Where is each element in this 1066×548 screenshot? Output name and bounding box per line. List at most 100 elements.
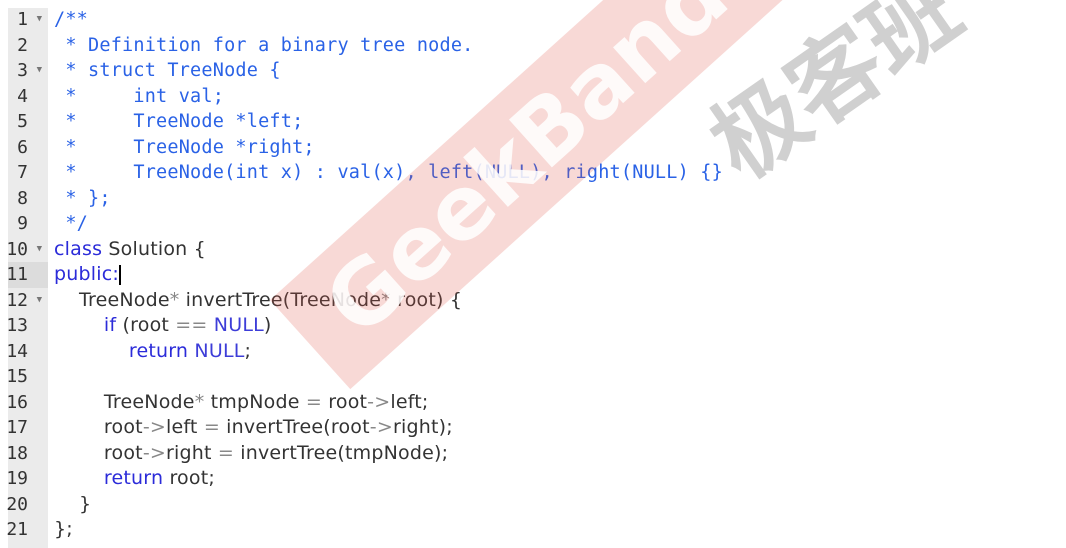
code-token-keyword: public: [54,263,119,286]
code-token-text: root) { [390,288,463,311]
line-number-text: 11 [6,264,28,286]
code-line[interactable]: TreeNode* tmpNode = root->left; [54,390,429,416]
code-token-comment: * int val; [54,85,225,107]
text-cursor [118,264,121,285]
code-token-text: invertTree(tmpNode); [234,441,449,464]
line-number: 8 [8,186,48,212]
line-number-text: 3 [17,60,28,82]
line-number-text: 8 [17,187,28,209]
line-number-text: 14 [6,340,28,362]
code-token-keyword: return [128,339,189,362]
code-line[interactable]: public: [54,262,121,288]
code-token-text: TreeNode [54,288,170,311]
line-number-text: 21 [6,519,28,541]
code-token-operator: = [305,390,323,413]
line-number: 9 [8,211,48,237]
code-token-operator: -> [369,416,393,439]
code-token-comment: * TreeNode *left; [54,111,304,133]
line-number-text: 17 [6,417,28,439]
code-token-text: } [54,492,92,515]
code-token-text: root [322,390,368,413]
code-token-operator: * [381,288,391,311]
code-line[interactable]: root->right = invertTree(tmpNode); [54,441,448,467]
code-line[interactable]: * struct TreeNode { [54,58,281,84]
code-token-text: ; [244,339,252,362]
code-line[interactable]: * Definition for a binary tree node. [54,33,474,59]
code-line[interactable]: * int val; [54,84,224,110]
code-token-comment: * Definition for a binary tree node. [54,34,474,56]
line-number-text: 16 [6,391,28,413]
line-number-text: 15 [6,366,28,388]
code-line[interactable]: root->left = invertTree(root->right); [54,415,453,441]
code-line[interactable]: */ [54,211,88,237]
line-number: 1 ▼ [8,7,48,33]
code-token-text: right); [392,416,453,439]
line-number-text: 13 [6,315,28,337]
line-number: 2 [8,33,48,59]
line-number-text: 7 [17,162,28,184]
code-token-keyword: return [103,467,164,490]
code-line[interactable]: class Solution { [54,237,206,263]
code-token-comment: * }; [54,187,111,209]
line-number: 14 [6,339,48,365]
code-line[interactable]: } [54,492,91,518]
line-number: 20 [6,492,48,518]
code-token-text: root; [163,467,215,490]
code-line[interactable]: * TreeNode *left; [54,109,303,135]
code-token-comment: /** [54,9,89,31]
code-token-text: }; [54,518,73,541]
code-token-comment: * TreeNode(int x) : val(x), left(NULL), … [54,162,723,184]
code-line[interactable]: TreeNode* invertTree(TreeNode* root) { [54,288,462,314]
line-number-text: 4 [17,85,28,107]
line-number-text: 19 [6,468,28,490]
code-token-operator: == [175,314,208,337]
line-number: 18 [6,441,48,467]
code-token-text: (root [116,314,176,337]
code-token-text: root [54,416,143,439]
fold-toggle-icon[interactable]: ▼ [37,7,42,33]
line-number-text: 5 [17,111,28,133]
code-token-text: root [54,441,143,464]
line-number-text: 10 [6,238,28,260]
code-token-text: ) [263,314,272,337]
line-number-text: 20 [6,493,28,515]
line-number: 19 [6,466,48,492]
line-number: 15 [6,364,48,390]
code-token-text: left [166,416,204,439]
code-token-operator: * [169,288,180,311]
code-token-operator: -> [142,441,166,464]
code-line[interactable]: * }; [54,186,111,212]
fold-toggle-icon[interactable]: ▼ [37,288,42,314]
line-number: 5 [8,109,48,135]
code-line[interactable]: }; [54,517,73,543]
fold-toggle-icon[interactable]: ▼ [37,237,42,263]
code-token-comment: * struct TreeNode { [54,60,281,82]
code-token-operator: = [203,416,220,439]
code-token-text: Solution { [102,237,206,260]
code-token-operator: -> [367,390,391,413]
code-editor[interactable]: 1 ▼ /** 2 * Definition for a binary tree no… [6,7,1058,548]
line-number: 16 [6,390,48,416]
line-number-text: 12 [6,289,28,311]
line-number-text: 6 [17,136,28,158]
code-line[interactable]: * TreeNode *right; [54,135,315,161]
code-token-text: left; [390,390,429,413]
line-number: 12 ▼ [6,288,48,314]
code-token-operator: -> [142,416,166,439]
fold-toggle-icon[interactable]: ▼ [37,58,42,84]
line-number-text: 9 [17,213,28,235]
code-token-text: TreeNode [54,390,195,413]
code-token-comment: * TreeNode *right; [54,136,315,158]
code-token-keyword: class [54,237,103,260]
code-line[interactable]: return NULL; [54,339,251,365]
code-token-keyword: if [103,314,117,337]
code-line[interactable]: return root; [54,466,215,492]
code-line[interactable]: if (root == NULL) [54,313,272,339]
code-token-text: tmpNode [204,390,306,413]
code-token-text: right [166,441,218,464]
code-line[interactable]: * TreeNode(int x) : val(x), left(NULL), … [54,160,723,186]
code-line[interactable]: /** [54,7,88,33]
